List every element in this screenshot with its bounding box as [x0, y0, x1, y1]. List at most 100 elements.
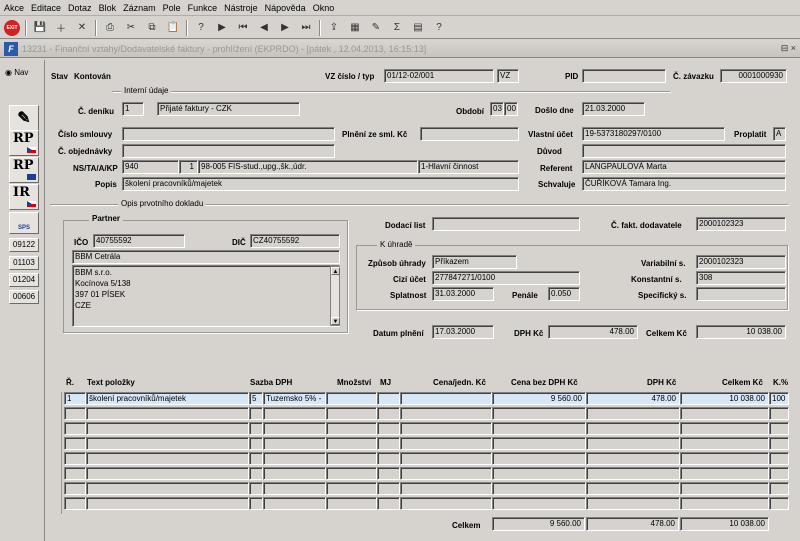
grid-cell[interactable]	[64, 407, 86, 420]
menu-item[interactable]: Editace	[31, 3, 61, 13]
grid-cell[interactable]	[377, 452, 400, 465]
scroll-down-icon[interactable]: ▼	[331, 317, 340, 325]
run-query-icon[interactable]: ▶	[214, 20, 230, 36]
grid-cell[interactable]	[680, 467, 769, 480]
grid-cell[interactable]	[326, 482, 377, 495]
menu-item[interactable]: Blok	[99, 3, 117, 13]
grid-cell[interactable]	[492, 437, 586, 450]
grid-cell[interactable]	[326, 407, 377, 420]
nav-button-sps[interactable]: SPS	[9, 212, 39, 234]
delete-record-icon[interactable]: ✕	[74, 20, 90, 36]
specificky-field[interactable]	[696, 287, 786, 301]
vlastni-ucet-field[interactable]: 19-5373180297/0100	[582, 127, 725, 141]
cizi-ucet-field[interactable]: 277847271/0100	[432, 271, 580, 285]
scroll-up-icon[interactable]: ▲	[331, 267, 340, 275]
kp-field[interactable]: 1-Hlavní činnost	[418, 160, 519, 174]
menu-item[interactable]: Nápověda	[265, 3, 306, 13]
grid-cell[interactable]: 10 038.00	[680, 392, 769, 405]
menu-item[interactable]: Pole	[163, 3, 181, 13]
first-record-icon[interactable]: ⏮	[235, 20, 251, 36]
popis-field[interactable]: školení pracovníků/majetek	[122, 177, 519, 191]
menu-item[interactable]: Záznam	[123, 3, 156, 13]
grid-cell[interactable]	[586, 422, 680, 435]
grid-cell[interactable]	[64, 482, 86, 495]
grid-cell[interactable]	[680, 482, 769, 495]
next-record-icon[interactable]: ▶	[277, 20, 293, 36]
paste-icon[interactable]: 📋	[165, 20, 181, 36]
grid-cell[interactable]	[400, 392, 492, 405]
ns-field[interactable]: 940	[122, 160, 179, 174]
menu-item[interactable]: Dotaz	[68, 3, 92, 13]
grid-cell[interactable]	[263, 497, 326, 510]
nav-button-rp-2[interactable]: RP	[9, 157, 39, 183]
calendar-icon[interactable]: ▦	[347, 20, 363, 36]
excel-icon[interactable]: ▤	[410, 20, 426, 36]
grid-cell[interactable]	[249, 497, 263, 510]
grid-cell[interactable]	[326, 452, 377, 465]
grid-cell[interactable]	[263, 482, 326, 495]
grid-cell[interactable]	[249, 422, 263, 435]
grid-cell[interactable]	[492, 407, 586, 420]
menu-item[interactable]: Funkce	[188, 3, 218, 13]
ico-field[interactable]: 40755592	[93, 234, 185, 248]
print-icon[interactable]: ⎙	[102, 20, 118, 36]
grid-cell[interactable]	[249, 482, 263, 495]
grid-cell[interactable]	[263, 422, 326, 435]
grid-cell[interactable]	[492, 497, 586, 510]
grid-cell[interactable]	[86, 452, 249, 465]
grid-cell[interactable]	[400, 422, 492, 435]
grid-cell[interactable]	[586, 437, 680, 450]
grid-cell[interactable]	[263, 452, 326, 465]
grid-cell[interactable]	[326, 437, 377, 450]
grid-cell[interactable]: 478.00	[586, 392, 680, 405]
duvod-field[interactable]	[582, 144, 786, 158]
grid-cell[interactable]	[249, 452, 263, 465]
grid-cell[interactable]	[86, 482, 249, 495]
grid-cell[interactable]	[680, 497, 769, 510]
export-icon[interactable]: ⇪	[326, 20, 342, 36]
grid-cell[interactable]	[377, 467, 400, 480]
zpusob-field[interactable]: Příkazem	[432, 255, 517, 269]
grid-cell[interactable]	[400, 452, 492, 465]
datum-plneni-field[interactable]: 17.03.2000	[432, 325, 494, 339]
schvaluje-field[interactable]: ČUŘÍKOVÁ Tamara Ing.	[582, 177, 786, 191]
grid-cell[interactable]	[492, 452, 586, 465]
grid-cell[interactable]	[263, 407, 326, 420]
grid-cell[interactable]	[377, 482, 400, 495]
menu-item[interactable]: Nástroje	[224, 3, 258, 13]
grid-cell[interactable]	[400, 437, 492, 450]
vz-number-field[interactable]: 01/12-02/001	[384, 69, 494, 83]
grid-cell[interactable]	[586, 452, 680, 465]
variabilni-field[interactable]: 2000102323	[696, 255, 786, 269]
grid-cell[interactable]	[64, 422, 86, 435]
proplatit-field[interactable]: A	[773, 127, 786, 141]
menu-item[interactable]: Akce	[4, 3, 24, 13]
grid-cell[interactable]	[769, 497, 789, 510]
doslo-date-field[interactable]: 21.03.2000	[582, 102, 645, 116]
grid-cell[interactable]: 9 560.00	[492, 392, 586, 405]
grid-cell[interactable]	[377, 407, 400, 420]
a-field[interactable]: 98-005 FIS-stud.,upg.,šk.,údr.	[198, 160, 418, 174]
grid-cell[interactable]	[326, 392, 377, 405]
address-scrollbar[interactable]: ▲ ▼	[330, 266, 340, 326]
dodaci-field[interactable]	[432, 217, 580, 231]
nav-code-button[interactable]: 09122	[9, 238, 39, 252]
grid-cell[interactable]	[326, 422, 377, 435]
nav-button-rp-1[interactable]: RP	[9, 130, 39, 156]
zavazek-field[interactable]: 0001000930	[720, 69, 787, 83]
nav-button-ir[interactable]: IR	[9, 184, 39, 210]
grid-cell[interactable]	[769, 452, 789, 465]
grid-cell[interactable]: 100	[769, 392, 789, 405]
query-icon[interactable]: ?	[193, 20, 209, 36]
grid-cell[interactable]: 5	[249, 392, 263, 405]
eraser-icon[interactable]: ✎	[9, 105, 39, 131]
grid-cell[interactable]	[400, 467, 492, 480]
grid-cell[interactable]	[400, 497, 492, 510]
grid-cell[interactable]: Tuzemsko 5% -	[263, 392, 326, 405]
obdobi-month-field[interactable]: 03	[490, 102, 504, 116]
grid-cell[interactable]	[492, 467, 586, 480]
exit-icon[interactable]: EXIT	[4, 19, 20, 36]
grid-cell[interactable]	[86, 422, 249, 435]
grid-cell[interactable]	[86, 407, 249, 420]
grid-cell[interactable]	[377, 437, 400, 450]
